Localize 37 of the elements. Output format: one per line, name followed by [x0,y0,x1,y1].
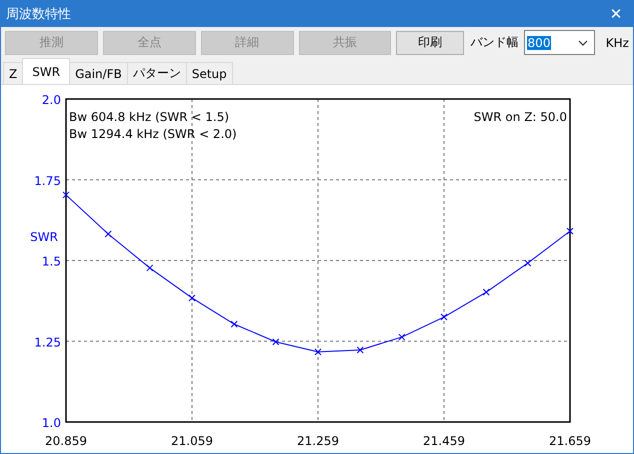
bandwidth-label: バンド幅 [470,34,519,51]
x-tick-label: 20.859 [45,434,87,448]
bandwidth-note: Bw 604.8 kHz (SWR < 1.5) [69,110,230,124]
caret-icon [578,40,588,46]
x-tick-label: 21.259 [297,434,339,448]
window-title: 周波数特性 [6,6,71,23]
tab[interactable]: SWR [22,58,70,84]
impedance-note: SWR on Z: 50.0 [474,110,567,124]
y-tick-label: 1.25 [34,335,61,350]
point [188,294,196,302]
point [524,260,532,267]
x-tick-label: 21.059 [171,434,213,448]
y-tick-label: 1.75 [34,174,61,188]
point [272,338,280,346]
y-tick-label: 2.0 [42,93,61,107]
tab[interactable]: Setup [186,62,233,84]
bandwidth-note: Bw 1294.4 kHz (SWR < 2.0) [69,127,237,141]
point [398,334,406,341]
x-tick-label: 21.659 [549,434,591,448]
point [440,314,448,321]
point [230,320,238,328]
x-tick-label: 21.459 [423,434,465,448]
point [62,191,70,198]
series-label: SWR [30,230,58,244]
toolbar-button[interactable]: 印刷 [396,30,464,54]
unit-label: KHz [606,36,629,50]
point [314,348,322,356]
point [356,346,364,354]
bandwidth-dropdown[interactable]: 800 [524,30,595,55]
point [566,228,574,235]
point [482,288,490,296]
y-tick-label: 1.0 [42,416,61,430]
y-tick-label: 1.5 [42,254,61,268]
tab[interactable]: Z [3,62,24,84]
close-button[interactable]: ✕ [599,1,633,27]
point [104,230,112,238]
point [146,264,154,272]
